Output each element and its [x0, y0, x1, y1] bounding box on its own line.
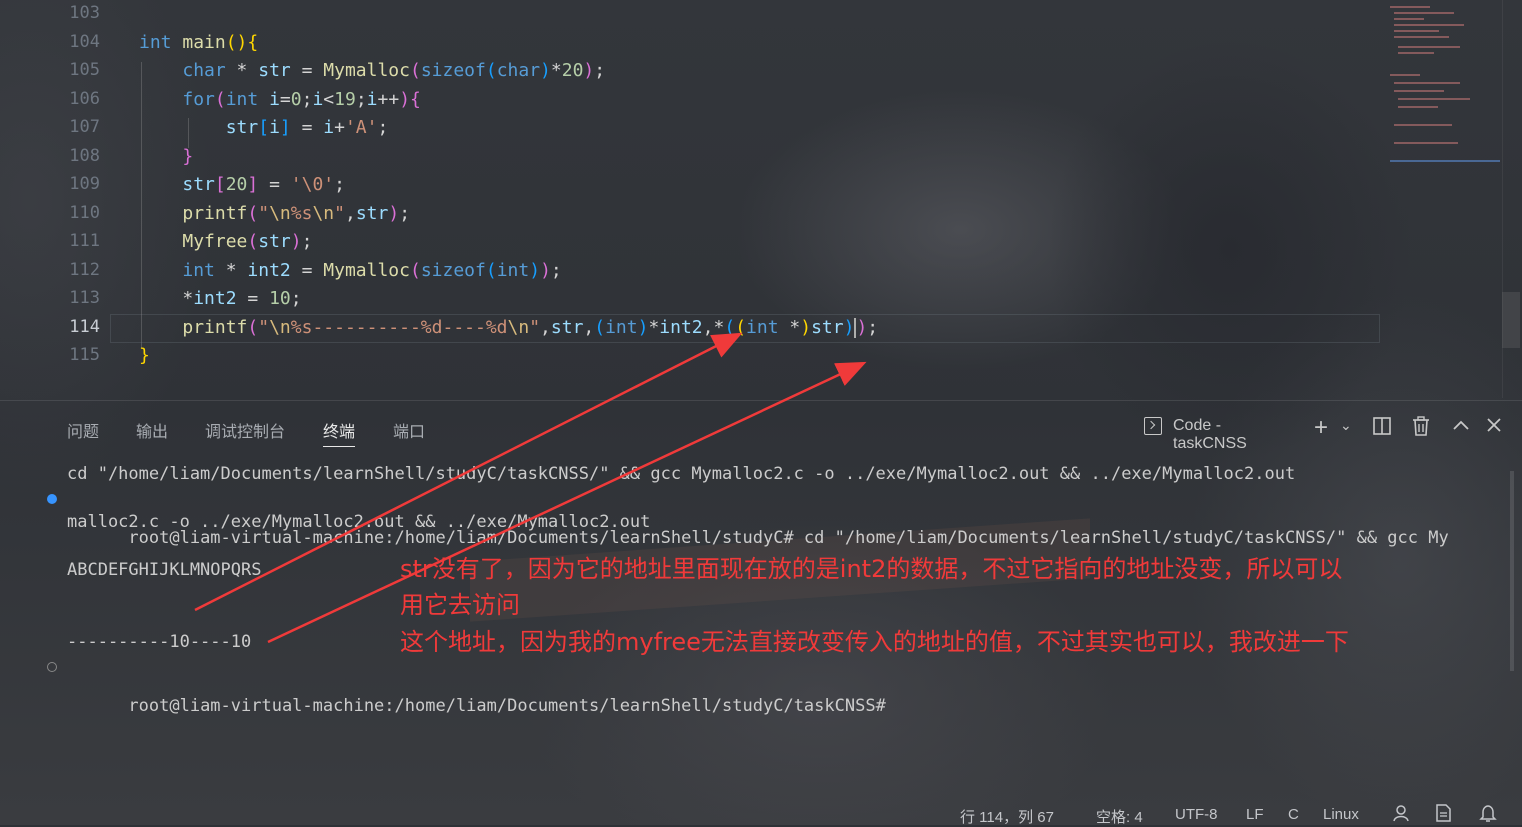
code-line[interactable]: 104 int main(){	[0, 30, 1500, 58]
terminal-line: malloc2.c -o ../exe/Mymalloc2.out && ../…	[67, 512, 651, 532]
line-number: 106	[69, 88, 100, 109]
line-number: 108	[69, 145, 100, 166]
code-text: for(int i=0;i<19;i++){	[182, 88, 421, 110]
trash-icon[interactable]	[1412, 416, 1430, 441]
line-number: 115	[69, 345, 100, 365]
tab-terminal[interactable]: 终端	[323, 418, 356, 447]
line-number: 113	[69, 288, 100, 308]
line-number: 104	[69, 31, 100, 52]
end-of-line[interactable]: LF	[1246, 806, 1264, 823]
code-text: *int2 = 10;	[182, 288, 302, 309]
line-number: 110	[69, 202, 100, 223]
split-icon[interactable]	[1372, 416, 1392, 441]
cursor-position[interactable]: 行 114，列 67	[960, 806, 1054, 827]
code-text: str[20] = '\0';	[182, 174, 345, 195]
encoding[interactable]: UTF-8	[1175, 806, 1218, 823]
code-line[interactable]: 113 *int2 = 10;	[0, 286, 1500, 314]
bottom-panel: 问题 输出 调试控制台 终端 端口 Code - taskCNSS + ⌄ cd…	[0, 400, 1522, 801]
annotation-text-line-2: 用它去访问	[400, 591, 520, 619]
terminal-line: cd "/home/liam/Documents/learnShell/stud…	[67, 464, 1296, 484]
chevron-down-icon[interactable]: ⌄	[1340, 417, 1352, 434]
code-line[interactable]: 112 int * int2 = Mymalloc(sizeof(int));	[0, 258, 1500, 286]
tab-debug-console[interactable]: 调试控制台	[205, 418, 285, 442]
code-line[interactable]: 103	[0, 1, 1500, 29]
code-text: char * str = Mymalloc(sizeof(char)*20);	[182, 60, 606, 81]
close-icon[interactable]	[1486, 417, 1502, 438]
account-icon[interactable]	[1392, 804, 1410, 826]
line-number: 103	[69, 3, 100, 23]
code-line[interactable]: 111 Myfree(str);	[0, 229, 1500, 257]
feedback-icon[interactable]	[1434, 804, 1452, 826]
maximize-icon[interactable]	[1452, 417, 1470, 440]
code-line[interactable]: 110 printf("\n%s\n",str);	[0, 201, 1500, 229]
code-line[interactable]: 107 str[i] = i+'A';	[0, 115, 1500, 143]
tab-ports[interactable]: 端口	[393, 418, 425, 442]
minimap[interactable]	[1386, 2, 1502, 167]
tab-output[interactable]: 输出	[136, 418, 168, 442]
platform[interactable]: Linux	[1323, 806, 1359, 823]
line-number: 109	[69, 174, 100, 194]
indentation[interactable]: 空格: 4	[1096, 806, 1143, 827]
code-line[interactable]: 114 printf("\n%s----------%d----%d\n",st…	[0, 315, 1500, 343]
tab-problems[interactable]: 问题	[67, 418, 99, 442]
terminal-icon	[1144, 417, 1162, 435]
annotation-text-line-3: 这个地址，因为我的myfree无法直接改变传入的地址的值，不过其实也可以，我改进…	[400, 628, 1349, 656]
bell-icon[interactable]	[1479, 804, 1497, 826]
code-text: }	[139, 345, 150, 366]
terminal-line: ----------10----10	[67, 632, 252, 652]
code-editor[interactable]: 103 104 int main(){ 105 char * str = Mymall…	[0, 0, 1522, 398]
terminal-line: root@liam-virtual-machine:/home/liam/Doc…	[47, 488, 1449, 548]
code-line[interactable]: 105 char * str = Mymalloc(sizeof(char)*2…	[0, 58, 1500, 86]
language-mode[interactable]: C	[1288, 806, 1299, 823]
code-text: int * int2 = Mymalloc(sizeof(int));	[182, 259, 562, 281]
code-text: }	[182, 145, 194, 167]
add-icon[interactable]: +	[1314, 414, 1328, 442]
command-pending-icon[interactable]	[47, 662, 57, 672]
code-text: int main(){	[139, 31, 259, 53]
code-text: str[i] = i+'A';	[225, 117, 389, 138]
line-number: 112	[69, 259, 100, 280]
code-text: Myfree(str);	[182, 231, 313, 252]
line-number: 111	[69, 231, 100, 251]
terminal-name[interactable]: Code - taskCNSS	[1173, 417, 1247, 453]
code-text: printf("\n%s----------%d----%d\n",str,(i…	[182, 316, 879, 338]
status-bar: 行 114，列 67 空格: 4 UTF-8 LF C Linux	[0, 800, 1522, 827]
code-line[interactable]: 108 }	[0, 144, 1500, 172]
line-number: 114	[69, 316, 100, 337]
code-line[interactable]: 115}	[0, 343, 1500, 371]
terminal-scrollbar[interactable]	[1510, 471, 1514, 671]
line-number: 105	[69, 60, 100, 80]
annotation-text-line-1: str没有了，因为它的地址里面现在放的是int2的数据，不过它指向的地址没变，所…	[400, 555, 1343, 583]
terminal-line: ABCDEFGHIJKLMNOPQRS	[67, 560, 262, 580]
code-text: printf("\n%s\n",str);	[182, 202, 411, 224]
line-number: 107	[69, 117, 100, 137]
scrollbar-thumb[interactable]	[1502, 292, 1520, 348]
command-success-icon[interactable]	[47, 494, 57, 504]
code-line[interactable]: 106 for(int i=0;i<19;i++){	[0, 87, 1500, 115]
code-line[interactable]: 109 str[20] = '\0';	[0, 172, 1500, 200]
